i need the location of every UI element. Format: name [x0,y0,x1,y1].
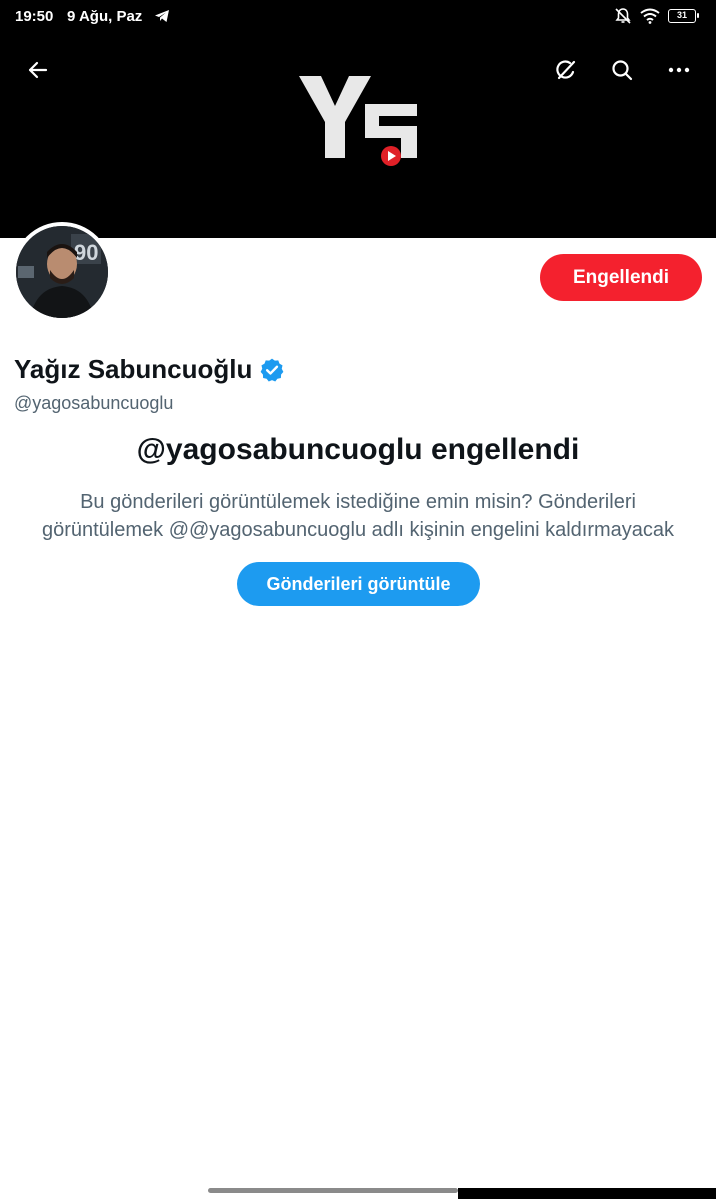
search-icon [612,60,633,81]
more-options-button[interactable] [659,50,699,90]
status-time: 19:50 [15,8,54,25]
status-date: 9 Ağu, Paz [67,8,143,25]
search-button[interactable] [602,50,642,90]
telegram-icon [155,10,169,22]
profile-photo: 90 [16,226,108,318]
gesture-nav-handle[interactable] [208,1188,458,1193]
arrow-left-icon [28,61,48,79]
blocked-title: @yagosabuncuoglu engellendi [136,433,580,466]
avatar[interactable]: 90 [12,222,112,322]
nav-bar-edge [458,1188,716,1199]
grok-button[interactable] [546,50,586,90]
profile-banner: 19:50 9 Ağu, Paz 31 [0,0,716,238]
display-name: Yağız Sabuncuoğlu [14,354,253,384]
verified-badge-icon[interactable] [259,357,285,383]
svg-text:90: 90 [74,240,98,265]
view-posts-button[interactable]: Gönderileri görüntüle [237,562,480,606]
wifi-icon [640,8,660,24]
blocked-description: Bu gönderileri görüntülemek istediğine e… [41,491,675,541]
blocked-button[interactable]: Engellendi [540,254,702,301]
status-bar: 19:50 9 Ağu, Paz 31 [0,0,716,34]
more-dots-icon [668,67,690,73]
back-button[interactable] [18,50,58,90]
battery-indicator: 31 [668,9,699,23]
grok-icon [556,60,576,80]
status-icons: 31 [614,7,699,25]
display-name-row: Yağız Sabuncuoğlu [14,354,285,385]
mute-bell-icon [615,8,631,24]
ys-logo [299,76,417,166]
user-handle: @yagosabuncuoglu [14,393,174,413]
